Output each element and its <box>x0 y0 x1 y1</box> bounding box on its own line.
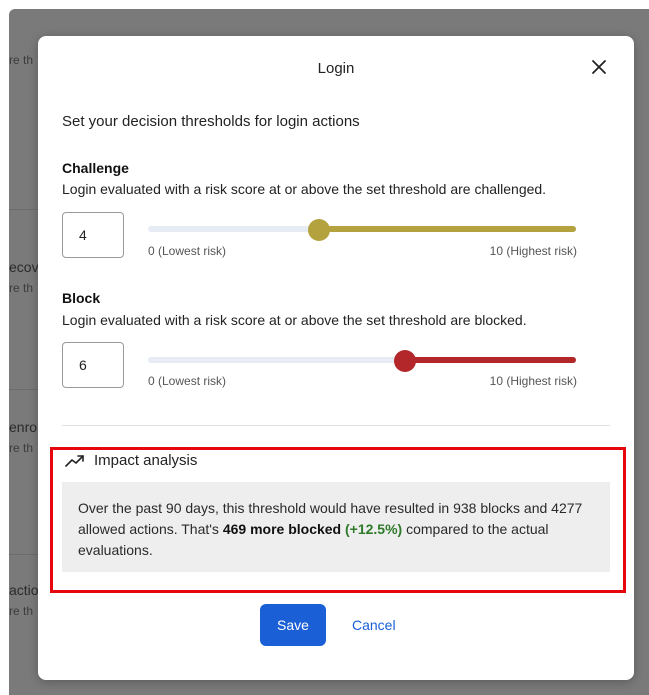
block-description: Login evaluated with a risk score at or … <box>62 312 527 328</box>
impact-analysis-heading: Impact analysis <box>94 452 198 469</box>
section-divider <box>62 425 610 426</box>
challenge-threshold-slider[interactable] <box>148 219 576 241</box>
impact-analysis-text: Over the past 90 days, this threshold wo… <box>62 482 610 572</box>
dialog-title: Login <box>317 60 355 77</box>
close-icon[interactable] <box>590 58 608 76</box>
slider-fill <box>319 226 576 232</box>
impact-percent: (+12.5%) <box>345 521 403 537</box>
block-max-label: 10 (Highest risk) <box>489 374 577 388</box>
block-min-label: 0 (Lowest risk) <box>148 374 227 388</box>
challenge-min-label: 0 (Lowest risk) <box>148 244 227 258</box>
block-title: Block <box>62 290 101 306</box>
login-threshold-dialog: Login Set your decision thresholds for l… <box>38 36 634 680</box>
slider-thumb[interactable] <box>393 350 416 372</box>
challenge-max-label: 10 (Highest risk) <box>489 244 577 258</box>
challenge-description: Login evaluated with a risk score at or … <box>62 181 547 197</box>
slider-fill <box>404 357 576 363</box>
block-threshold-input[interactable] <box>62 342 124 388</box>
dialog-intro: Set your decision thresholds for login a… <box>62 113 360 130</box>
trending-up-icon <box>65 455 84 467</box>
save-button[interactable]: Save <box>260 604 326 646</box>
challenge-title: Challenge <box>62 160 129 176</box>
cancel-button[interactable]: Cancel <box>342 604 406 646</box>
impact-more-blocked: 469 more blocked <box>222 521 342 537</box>
slider-thumb[interactable] <box>308 219 331 241</box>
challenge-threshold-input[interactable] <box>62 212 124 258</box>
block-threshold-slider[interactable] <box>148 350 576 372</box>
